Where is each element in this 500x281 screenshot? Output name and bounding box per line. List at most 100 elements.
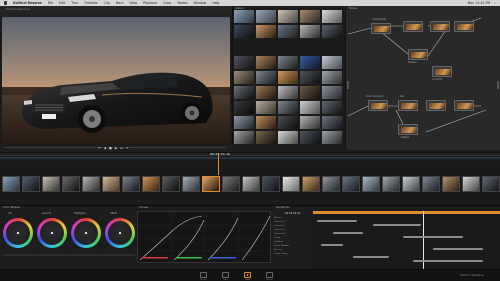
node-02[interactable] xyxy=(403,21,423,32)
node-04[interactable] xyxy=(454,21,474,32)
clip-thumbnail[interactable] xyxy=(182,176,200,192)
gallery-still[interactable] xyxy=(300,131,320,144)
node-output-handle[interactable] xyxy=(497,81,499,89)
node-05[interactable] xyxy=(408,49,428,60)
clip-thumbnail[interactable] xyxy=(2,176,20,192)
gallery-still[interactable] xyxy=(300,56,320,69)
clip-thumbnail[interactable] xyxy=(142,176,160,192)
clip-thumbnail[interactable] xyxy=(382,176,400,192)
gallery-still[interactable] xyxy=(300,10,320,23)
deliver-page-icon[interactable] xyxy=(266,272,273,278)
playhead[interactable] xyxy=(218,153,219,176)
gallery-still[interactable] xyxy=(300,116,320,129)
gallery-still[interactable] xyxy=(322,71,342,84)
gallery-still[interactable] xyxy=(278,56,298,69)
play-icon[interactable]: ▶ xyxy=(115,146,117,150)
clip-thumbnail[interactable] xyxy=(242,176,260,192)
menu-view[interactable]: View xyxy=(129,1,137,5)
curves-panel[interactable] xyxy=(137,211,272,264)
gallery-still[interactable] xyxy=(278,116,298,129)
node-input-handle[interactable] xyxy=(347,81,349,89)
gallery-still[interactable] xyxy=(300,86,320,99)
keyframe-range[interactable] xyxy=(403,236,463,238)
keyframe-range[interactable] xyxy=(413,260,483,262)
gallery-still[interactable] xyxy=(278,86,298,99)
clip-thumbnail[interactable] xyxy=(162,176,180,192)
slider-g[interactable] xyxy=(69,254,102,256)
gamma-wheel-handle[interactable] xyxy=(51,232,53,234)
menu-trim[interactable]: Trim xyxy=(71,1,78,5)
gallery-still[interactable] xyxy=(234,116,254,129)
clip-thumbnail[interactable] xyxy=(102,176,120,192)
viewer[interactable] xyxy=(2,17,230,145)
lift-wheel-handle[interactable] xyxy=(17,232,19,234)
gallery-still[interactable] xyxy=(256,86,276,99)
menu-edit[interactable]: Edit xyxy=(59,1,65,5)
keyframe-range[interactable] xyxy=(317,220,357,222)
clip-thumbnail[interactable] xyxy=(42,176,60,192)
clip-thumbnail[interactable] xyxy=(222,176,240,192)
gallery-still[interactable] xyxy=(300,101,320,114)
apple-icon[interactable] xyxy=(4,1,7,5)
clip-thumbnail[interactable] xyxy=(122,176,140,192)
node-10[interactable] xyxy=(454,100,474,111)
node-editor[interactable]: Nodes Serial Node Parallel Corrector Col… xyxy=(345,6,500,150)
gallery-still[interactable] xyxy=(300,71,320,84)
keyframe-ruler[interactable] xyxy=(313,211,500,214)
mini-timeline[interactable] xyxy=(0,152,500,176)
gallery-still[interactable] xyxy=(234,101,254,114)
keyframe-range[interactable] xyxy=(333,232,363,234)
clip-thumbnail[interactable] xyxy=(302,176,320,192)
gallery-still[interactable] xyxy=(234,86,254,99)
node-07[interactable] xyxy=(368,100,388,111)
gallery-still[interactable] xyxy=(256,56,276,69)
menu-file[interactable]: File xyxy=(48,1,53,5)
clip-thumbnail[interactable] xyxy=(82,176,100,192)
keyframe-range[interactable] xyxy=(373,224,421,226)
gallery-still[interactable] xyxy=(278,25,298,38)
gallery-still[interactable] xyxy=(256,116,276,129)
gallery-still[interactable] xyxy=(278,131,298,144)
gallery-still[interactable] xyxy=(278,71,298,84)
timeline-ruler[interactable] xyxy=(0,153,500,156)
gallery-still[interactable] xyxy=(234,25,254,38)
node-08[interactable] xyxy=(398,100,418,111)
node-03[interactable] xyxy=(430,21,450,32)
clip-thumbnail[interactable] xyxy=(262,176,280,192)
keyframe-timeline[interactable] xyxy=(313,211,500,269)
keyframe-track[interactable]: Output Sizing xyxy=(274,252,312,256)
node-11[interactable] xyxy=(398,124,418,135)
gallery-still[interactable] xyxy=(234,56,254,69)
gallery-still[interactable] xyxy=(322,101,342,114)
menu-clip[interactable]: Clip xyxy=(104,1,110,5)
skip-back-icon[interactable]: ⏮ xyxy=(98,146,101,150)
keyframe-range[interactable] xyxy=(321,244,343,246)
gallery-still[interactable] xyxy=(322,10,342,23)
clip-thumbnail[interactable] xyxy=(362,176,380,192)
clip-thumbnail-selected[interactable] xyxy=(202,176,220,192)
menu-help[interactable]: Help xyxy=(212,1,219,5)
gallery-still[interactable] xyxy=(322,116,342,129)
gallery-still[interactable] xyxy=(234,131,254,144)
clip-thumbnail[interactable] xyxy=(342,176,360,192)
node-06[interactable] xyxy=(432,66,452,77)
menu-timeline[interactable]: Timeline xyxy=(84,1,98,5)
stop-icon[interactable]: ■ xyxy=(109,146,112,150)
gallery-still[interactable] xyxy=(278,101,298,114)
slider-y[interactable] xyxy=(3,254,36,256)
highlights-wheel-handle[interactable] xyxy=(85,232,87,234)
color-page-icon[interactable] xyxy=(244,272,251,278)
gallery-still[interactable] xyxy=(256,131,276,144)
offset-wheel-handle[interactable] xyxy=(119,232,121,234)
slider-r[interactable] xyxy=(36,254,69,256)
clip-thumbnail[interactable] xyxy=(402,176,420,192)
slider-b[interactable] xyxy=(102,254,135,256)
menu-app-name[interactable]: DaVinci Resolve xyxy=(13,1,42,5)
gallery-still[interactable] xyxy=(322,25,342,38)
clip-thumbnail[interactable] xyxy=(442,176,460,192)
keyframe-range[interactable] xyxy=(433,248,483,250)
menu-mark[interactable]: Mark xyxy=(116,1,124,5)
menu-window[interactable]: Window xyxy=(194,1,207,5)
clip-thumbnail[interactable] xyxy=(422,176,440,192)
gallery-still[interactable] xyxy=(300,25,320,38)
